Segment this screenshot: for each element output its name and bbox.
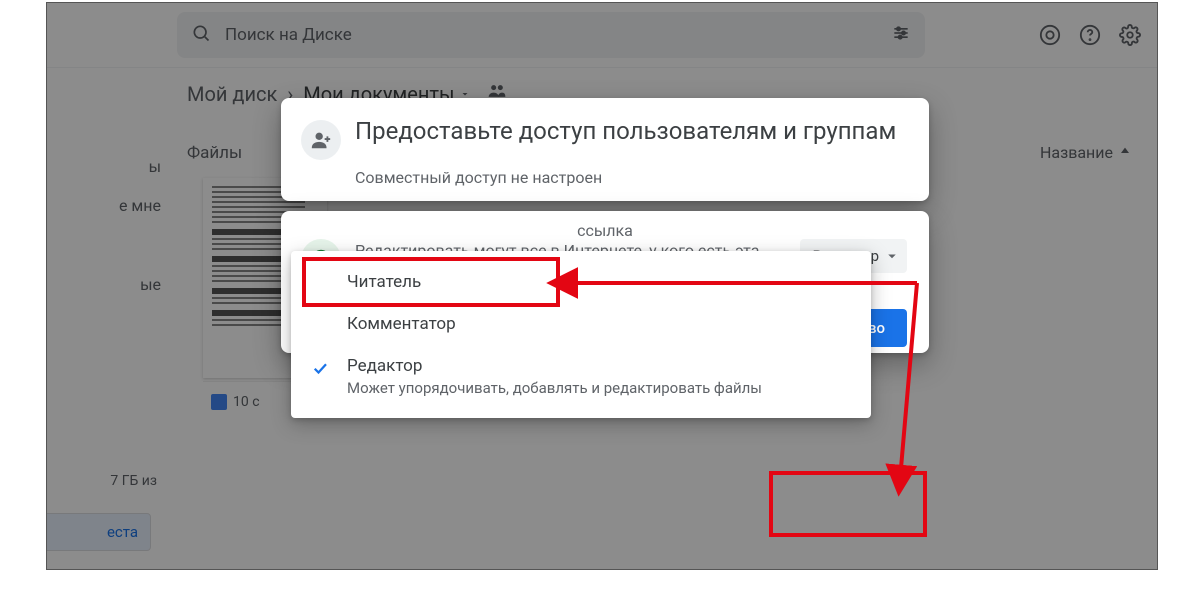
dialog-title: Предоставьте доступ пользователям и груп… [355, 116, 896, 147]
breadcrumb-root[interactable]: Мой диск [187, 82, 277, 106]
link-label: ссылка [577, 221, 633, 240]
sidebar-item[interactable]: е мне [47, 186, 167, 225]
role-option-editor[interactable]: Редактор Может упорядочивать, добавлять … [291, 345, 871, 408]
search-placeholder: Поиск на Диске [225, 25, 877, 45]
role-option-editor-desc: Может упорядочивать, добавлять и редакти… [347, 379, 845, 397]
search-icon [191, 23, 211, 47]
check-icon [311, 359, 329, 382]
drive-sidebar: ы е мне ые 7 ГБ из еста [47, 67, 167, 569]
search-options-icon[interactable] [891, 23, 911, 47]
files-section-label: Файлы [187, 143, 242, 163]
buy-storage-button[interactable]: еста [46, 513, 151, 551]
role-menu: Читатель Комментатор Редактор Может упор… [291, 251, 871, 418]
sidebar-item[interactable]: ы [47, 147, 167, 186]
doc-icon [211, 394, 227, 410]
support-icon[interactable] [1039, 24, 1061, 46]
role-option-commenter[interactable]: Комментатор [291, 303, 871, 345]
dialog-subtitle: Совместный доступ не настроен [355, 168, 907, 187]
help-icon[interactable] [1079, 24, 1101, 46]
settings-gear-icon[interactable] [1119, 24, 1141, 46]
sort-header[interactable]: Название [1040, 143, 1133, 162]
person-add-icon [301, 120, 341, 160]
search-bar[interactable]: Поиск на Диске [177, 12, 925, 58]
storage-usage-text: 7 ГБ из [110, 473, 157, 489]
chevron-down-icon [883, 247, 901, 265]
sidebar-item[interactable]: ые [47, 265, 167, 304]
role-option-reader[interactable]: Читатель [291, 261, 871, 303]
share-people-card: Предоставьте доступ пользователям и груп… [281, 98, 929, 201]
